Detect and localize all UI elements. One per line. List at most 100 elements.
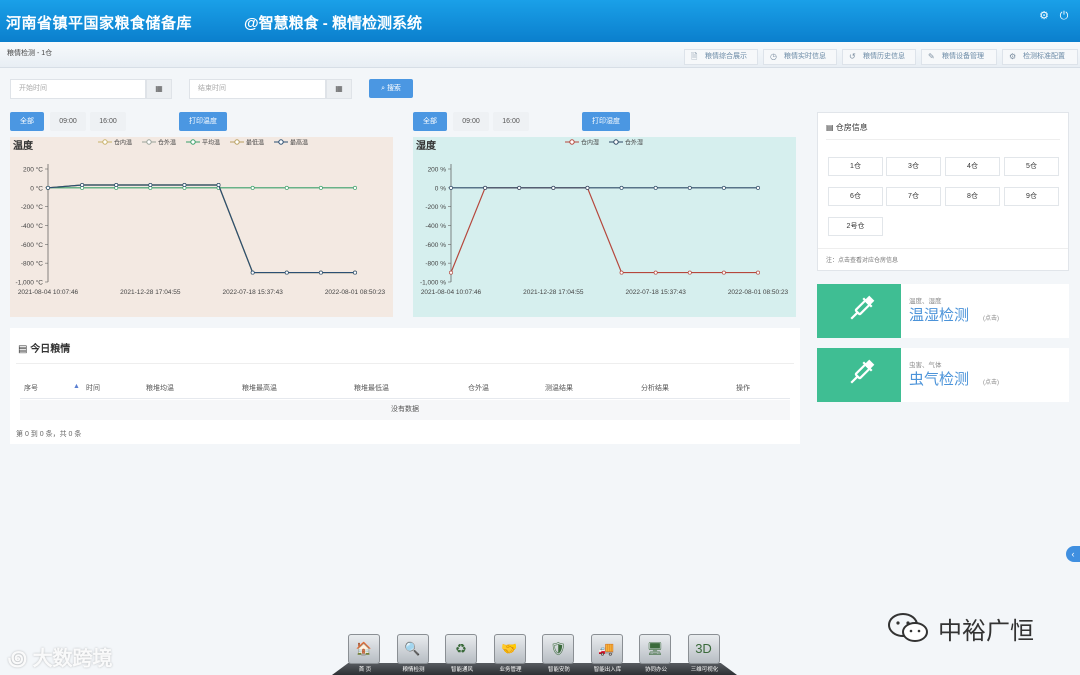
data-point [114, 183, 119, 187]
shield-icon: 🛡 [542, 634, 574, 664]
legend-label: 平均温 [202, 139, 220, 147]
home-icon: 🏠 [348, 634, 380, 664]
print-hum-button[interactable]: 打印湿度 [582, 112, 630, 131]
search-button[interactable]: ⌕ 搜索 [369, 79, 413, 98]
warehouse-title: ▤ 仓房信息 [826, 123, 868, 132]
data-point [284, 185, 289, 190]
table-icon: ▤ [826, 123, 836, 132]
y-tick-label: -200 °C [21, 203, 43, 211]
dock-label: 智能通风 [450, 667, 473, 673]
warehouse-button-8[interactable]: 8仓 [945, 187, 1000, 206]
col-outside-temp[interactable]: 仓外温 [468, 383, 489, 393]
col-analysis-result[interactable]: 分析结果 [641, 383, 669, 393]
tab-realtime[interactable]: ◷ 粮情实时信息 [763, 49, 837, 65]
chevron-left-icon[interactable]: ‹ [1066, 546, 1080, 562]
system-title: @智慧粮食 - 粮情检测系统 [244, 15, 422, 32]
dock-item[interactable]: 3D 三维可视化 [687, 634, 722, 673]
col-avg-temp[interactable]: 粮堆均温 [146, 383, 174, 393]
x-tick-label: 2022-08-01 08:50:23 [325, 289, 386, 296]
warehouse-button-2[interactable]: 2号仓 [828, 217, 883, 236]
y-tick-label: 0 % [435, 185, 446, 192]
warehouse-button-7[interactable]: 7仓 [886, 187, 941, 206]
warehouse-button-4[interactable]: 4仓 [945, 157, 1000, 176]
document-icon: 🗎 [691, 52, 698, 61]
data-point [182, 183, 187, 187]
history-icon: ↺ [849, 52, 856, 61]
dock-item[interactable]: 🖥 协同办公 [639, 634, 673, 673]
warehouse-button-5[interactable]: 5仓 [1004, 157, 1059, 176]
sub-nav-bar: 粮情检测 - 1仓 🗎 粮情综合展示 ◷ 粮情实时信息 ↺ 粮情历史信息 ✎ 粮情设备管… [0, 42, 1080, 68]
temp-humidity-title: 温湿检测 [909, 307, 970, 324]
y-tick-label: -800 % [425, 261, 446, 268]
humidity-chart-svg: 湿度 仓内湿 仓外湿 200 % 0 % -200 % -400 % -600 % -800 %… [413, 137, 796, 317]
col-measure-result[interactable]: 测温结果 [545, 383, 573, 393]
data-point [619, 270, 624, 275]
x-tick-label: 2021-12-28 17:04:55 [523, 289, 584, 296]
dock-item[interactable]: 🔍 粮情检测 [396, 634, 431, 673]
data-point [353, 270, 357, 275]
y-tick-label: -200 % [425, 204, 446, 211]
chart-title: 温度 [13, 139, 34, 152]
humidity-chart: 湿度 仓内湿 仓外湿 200 % 0 % -200 % -400 % -600 % -800 %… [413, 137, 796, 317]
dock-label: 业务管理 [499, 667, 522, 673]
warehouse-button-6[interactable]: 6仓 [828, 187, 883, 206]
insect-gas-detect-card[interactable]: 虫害、气体 虫气检测 (点击) [817, 348, 1069, 402]
dock-item[interactable]: 🏠 首 页 [348, 634, 382, 673]
warehouse-button-9[interactable]: 9仓 [1004, 187, 1059, 206]
legend-marker [278, 139, 284, 145]
temp-humidity-detect-card[interactable]: 温度、湿度 温湿检测 (点击) [817, 284, 1069, 338]
dock-label: 智能安防 [547, 667, 570, 673]
tab-history[interactable]: ↺ 粮情历史信息 [842, 49, 916, 65]
legend-marker [613, 139, 619, 145]
legend-label: 最低温 [246, 139, 264, 147]
data-point [653, 185, 658, 190]
legend-label: 仓内温 [114, 139, 132, 147]
end-time-input[interactable]: 结束时间 [189, 79, 326, 99]
tab-standard[interactable]: ⚙ 检测标准配置 [1002, 49, 1078, 65]
print-temp-button[interactable]: 打印温度 [179, 112, 227, 131]
hum-1600-button[interactable]: 16:00 [493, 112, 529, 131]
hum-0900-button[interactable]: 09:00 [453, 112, 489, 131]
dock-label: 三维可视化 [690, 667, 719, 673]
gear-icon[interactable]: ⚙ [1038, 10, 1050, 22]
click-hint: (点击) [983, 380, 999, 386]
y-tick-label: -400 °C [21, 222, 43, 230]
dock-label: 协同办公 [644, 667, 667, 673]
start-time-input[interactable]: 开始时间 [10, 79, 146, 99]
legend-label: 仓内湿 [581, 139, 599, 147]
clock-icon: ◷ [770, 52, 777, 61]
dock-item[interactable]: ♻ 智能通风 [445, 634, 479, 673]
col-index[interactable]: 序号 [24, 383, 38, 393]
temp-1600-button[interactable]: 16:00 [90, 112, 126, 131]
dock-item[interactable]: 🛡 智能安防 [542, 634, 576, 673]
calendar-icon[interactable]: ▦ [146, 79, 172, 99]
power-icon[interactable]: ⏻ [1058, 10, 1070, 22]
dock-item[interactable]: 🤝 业务管理 [493, 634, 528, 673]
legend-label: 最高温 [290, 139, 308, 147]
empty-row: 没有数据 [20, 400, 790, 420]
col-time[interactable]: 时间 [86, 383, 100, 393]
gear-icon: ⚙ [1009, 52, 1017, 61]
wrench-icon: ✎ [928, 52, 935, 61]
tab-device[interactable]: ✎ 粮情设备管理 [921, 49, 997, 65]
temp-0900-button[interactable]: 09:00 [50, 112, 86, 131]
y-tick-label: 200 % [428, 167, 447, 174]
temp-all-button[interactable]: 全部 [10, 112, 44, 131]
col-min-temp[interactable]: 粮堆最低温 [354, 383, 389, 393]
today-grain-panel: ▤ 今日粮情 序号 ▲ 时间 粮堆均温 粮堆最高温 粮堆最低温 仓外温 测温结果… [10, 328, 800, 444]
dock-item[interactable]: 🚚 智能出入库 [590, 634, 625, 673]
calendar-icon[interactable]: ▦ [326, 79, 352, 99]
col-max-temp[interactable]: 粮堆最高温 [242, 383, 277, 393]
warehouse-button-1[interactable]: 1仓 [828, 157, 883, 176]
data-point [721, 270, 726, 275]
app-header: 河南省镇平国家粮食储备库 @智慧粮食 - 粮情检测系统 ⚙ ⏻ [0, 0, 1080, 42]
chart-title: 湿度 [416, 139, 437, 152]
warehouse-button-3[interactable]: 3仓 [886, 157, 941, 176]
x-tick-label: 2022-08-01 08:50:23 [728, 289, 789, 296]
hum-all-button[interactable]: 全部 [413, 112, 447, 131]
temperature-chart: 温度 仓内温 仓外温 平均温 最低温 最高温 200 °C 0 °C -200 °C -400 °… [10, 137, 393, 317]
sort-icon[interactable]: ▲ [73, 383, 80, 390]
data-point [517, 185, 522, 190]
data-point [619, 185, 624, 190]
tab-overview[interactable]: 🗎 粮情综合展示 [684, 49, 758, 65]
